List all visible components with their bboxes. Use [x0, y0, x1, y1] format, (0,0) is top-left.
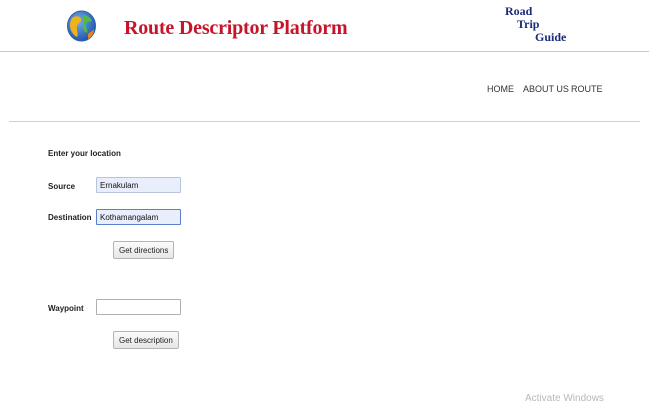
site-header: Route Descriptor Platform Road Trip Guid… — [0, 0, 649, 52]
logo-line-trip: Trip — [517, 17, 540, 31]
nav-route[interactable]: ROUTE — [571, 84, 603, 94]
logo-line-guide: Guide — [535, 30, 567, 44]
section-divider — [9, 121, 640, 122]
nav-about-us[interactable]: ABOUT US — [523, 84, 569, 94]
source-label: Source — [48, 182, 76, 191]
road-trip-guide-logo: Road Trip Guide — [505, 4, 595, 50]
destination-label: Destination — [48, 213, 92, 222]
destination-input[interactable] — [96, 209, 181, 225]
waypoint-input[interactable] — [96, 299, 181, 315]
waypoint-label: Waypoint — [48, 304, 84, 313]
form-heading: Enter your location — [48, 149, 121, 158]
source-input[interactable] — [96, 177, 181, 193]
get-description-button[interactable]: Get description — [113, 331, 179, 349]
get-directions-button[interactable]: Get directions — [113, 241, 175, 259]
globe-icon — [67, 10, 96, 42]
nav-home[interactable]: HOME — [487, 84, 514, 94]
activate-windows-watermark: Activate Windows — [525, 393, 604, 404]
logo-line-road: Road — [505, 4, 533, 18]
site-title: Route Descriptor Platform — [124, 17, 348, 39]
